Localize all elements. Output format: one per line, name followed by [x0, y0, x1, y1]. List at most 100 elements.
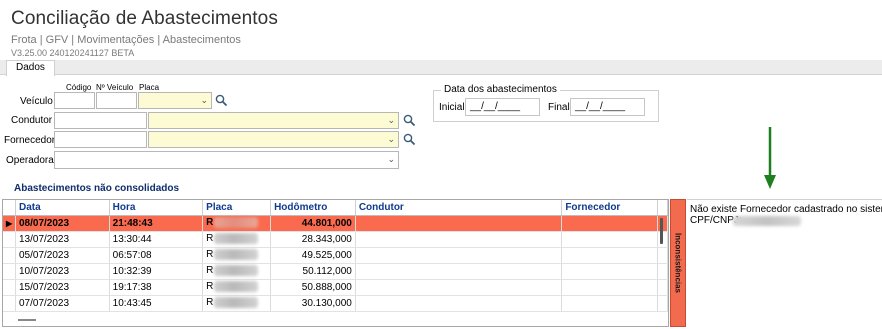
- cell-hodometro: 28.343,000: [270, 231, 356, 248]
- data-table: Data Hora Placa Hodômetro Condutor Forne…: [3, 200, 668, 312]
- chevron-down-icon[interactable]: ⌄: [387, 155, 395, 164]
- magnifier-icon[interactable]: [403, 133, 416, 146]
- row-indicator: [3, 295, 16, 312]
- cell-hora: 19:17:38: [109, 279, 204, 296]
- redacted-placa: [214, 281, 259, 293]
- column-header-fornecedor[interactable]: Fornecedor: [561, 200, 658, 216]
- nveiculo-input[interactable]: [96, 92, 137, 109]
- redacted-placa: [214, 217, 259, 229]
- version-label: V3.25.00 240120241127 BETA: [11, 48, 135, 58]
- cell-filler: [657, 247, 668, 264]
- column-header-hodometro[interactable]: Hodômetro: [270, 200, 356, 216]
- breadcrumb: Frota | GFV | Movimentações | Abastecime…: [11, 34, 241, 46]
- cell-filler: [657, 279, 668, 296]
- cell-fornecedor: [561, 215, 658, 232]
- operadora-label: Operadora: [6, 155, 54, 166]
- cell-condutor: [355, 247, 563, 264]
- column-header-placa[interactable]: Placa: [202, 200, 272, 216]
- chevron-down-icon[interactable]: ⌄: [387, 134, 395, 144]
- magnifier-icon[interactable]: [215, 94, 228, 107]
- condutor-code-input[interactable]: [54, 112, 147, 129]
- cell-hodometro: 49.525,000: [270, 247, 356, 264]
- cell-hora: 10:32:39: [109, 263, 204, 280]
- final-date-input[interactable]: __/__/____: [570, 98, 645, 116]
- date-group-title: Data dos abastecimentos: [441, 84, 560, 95]
- fornecedor-code-input[interactable]: [54, 131, 147, 148]
- placa-text: R: [206, 233, 214, 245]
- cell-hodometro: 50.112,000: [270, 263, 356, 280]
- fornecedor-select[interactable]: ⌄: [148, 131, 399, 148]
- condutor-label: Condutor: [11, 115, 53, 126]
- row-indicator: [3, 231, 16, 248]
- table-row[interactable]: 13/07/2023 13:30:44 R 28.343,000: [3, 231, 668, 248]
- row-indicator: ▶: [3, 215, 16, 232]
- redacted-placa: [214, 233, 259, 245]
- redacted-cpf-cnpj: [733, 216, 801, 226]
- veiculo-label: Veículo: [20, 96, 53, 107]
- tab-strip: [0, 60, 882, 75]
- cell-condutor: [355, 279, 563, 296]
- cell-fornecedor: [561, 231, 658, 248]
- cell-hora: 06:57:08: [109, 247, 204, 264]
- column-header-hora[interactable]: Hora: [109, 200, 204, 216]
- cell-data: 07/07/2023: [15, 295, 110, 312]
- table-row[interactable]: ▶ 08/07/2023 21:48:43 R 44.801,000: [3, 215, 668, 232]
- vertical-scrollbar[interactable]: [660, 218, 663, 244]
- cell-condutor: [355, 263, 563, 280]
- condutor-select[interactable]: ⌄: [148, 112, 399, 129]
- table-row[interactable]: 05/07/2023 06:57:08 R 49.525,000: [3, 247, 668, 264]
- chevron-down-icon[interactable]: ⌄: [200, 95, 208, 105]
- abastecimentos-grid[interactable]: Data Hora Placa Hodômetro Condutor Forne…: [2, 199, 669, 327]
- cell-hora: 21:48:43: [109, 215, 204, 232]
- placa-label: Placa: [139, 83, 160, 92]
- cell-filler: [657, 295, 668, 312]
- triangle-right-icon: ▶: [6, 218, 13, 228]
- placa-text: R: [206, 281, 214, 293]
- redacted-placa: [214, 265, 259, 277]
- codigo-label: Código: [66, 83, 92, 92]
- cell-condutor: [355, 231, 563, 248]
- inicial-date-input[interactable]: __/__/____: [465, 98, 540, 116]
- cell-hodometro: 50.888,000: [270, 279, 356, 296]
- arrow-down-icon: [764, 127, 776, 189]
- cell-data: 10/07/2023: [15, 263, 110, 280]
- operadora-select[interactable]: ⌄: [54, 151, 399, 169]
- cell-fornecedor: [561, 279, 658, 296]
- codigo-input[interactable]: [54, 92, 95, 109]
- cell-hora: 13:30:44: [109, 231, 204, 248]
- section-title: Abastecimentos não consolidados: [14, 183, 180, 194]
- cell-hora: 10:43:45: [109, 295, 204, 312]
- inicial-label: Inicial: [439, 102, 465, 113]
- redacted-placa: [214, 249, 259, 261]
- tab-dados[interactable]: Dados: [6, 60, 55, 76]
- nveiculo-label: Nº Veículo: [96, 83, 134, 92]
- cell-filler: [657, 263, 668, 280]
- cell-fornecedor: [561, 263, 658, 280]
- column-header-data[interactable]: Data: [15, 200, 110, 216]
- final-label: Final: [548, 102, 570, 113]
- inconsistencia-message: Não existe Fornecedor cadastrado no sist…: [690, 204, 882, 215]
- table-header-row: Data Hora Placa Hodômetro Condutor Forne…: [3, 200, 668, 216]
- magnifier-icon[interactable]: [403, 114, 416, 127]
- cell-placa: R: [202, 215, 272, 232]
- placa-text: R: [206, 217, 214, 229]
- row-indicator: [3, 263, 16, 280]
- cell-data: 08/07/2023: [15, 215, 110, 232]
- placa-text: R: [206, 297, 214, 309]
- row-indicator-header: [3, 200, 16, 216]
- placa-text: R: [206, 249, 214, 261]
- column-header-condutor[interactable]: Condutor: [355, 200, 563, 216]
- chevron-down-icon[interactable]: ⌄: [387, 115, 395, 125]
- inconsistencias-tab[interactable]: Inconsistências: [670, 199, 686, 327]
- table-row[interactable]: 10/07/2023 10:32:39 R 50.112,000: [3, 263, 668, 280]
- placa-select[interactable]: ⌄: [138, 92, 212, 109]
- cell-placa: R: [202, 231, 272, 248]
- table-row[interactable]: 15/07/2023 19:17:38 R 50.888,000: [3, 279, 668, 296]
- cell-placa: R: [202, 295, 272, 312]
- cell-data: 15/07/2023: [15, 279, 110, 296]
- table-row[interactable]: 07/07/2023 10:43:45 R 30.130,000: [3, 295, 668, 312]
- page-title: Conciliação de Abastecimentos: [11, 8, 278, 29]
- row-indicator: [3, 279, 16, 296]
- cell-hodometro: 44.801,000: [270, 215, 356, 232]
- horizontal-scrollbar[interactable]: [18, 319, 36, 321]
